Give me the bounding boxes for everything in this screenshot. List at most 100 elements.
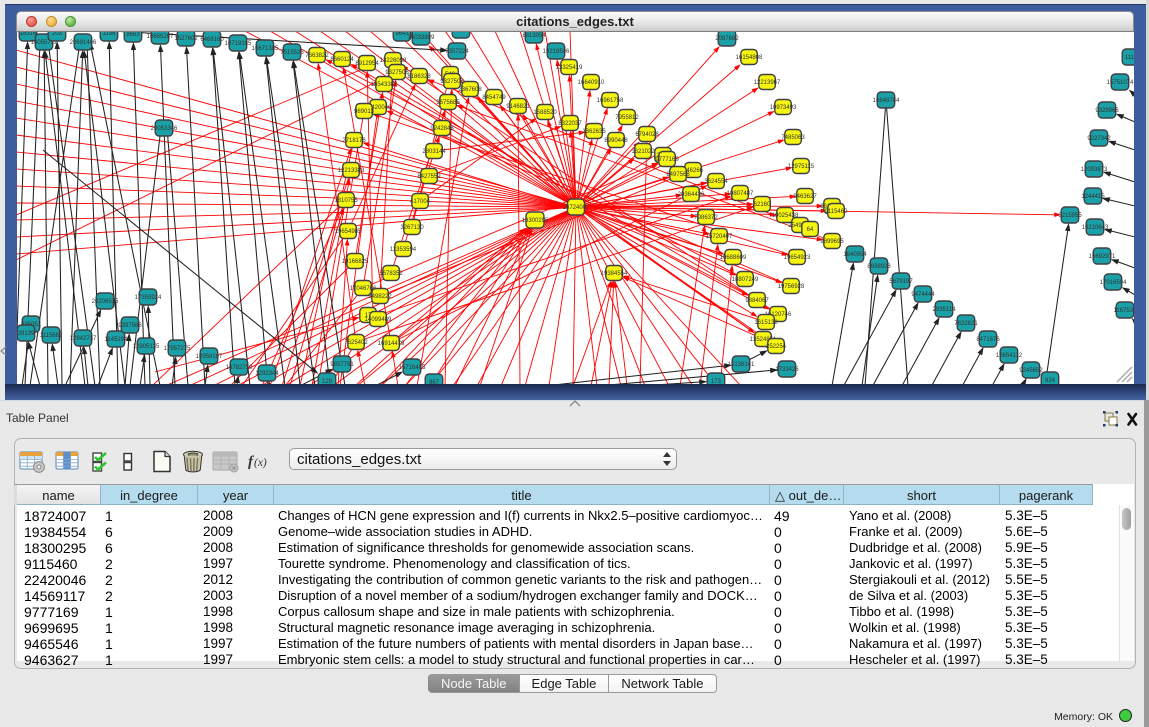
svg-text:12213967: 12213967 [754,80,781,86]
svg-text:1167533: 1167533 [1114,308,1134,314]
svg-text:19654985: 19654985 [335,229,362,235]
svg-text:2935114: 2935114 [933,307,957,313]
svg-text:1621022: 1621022 [631,149,655,155]
svg-text:86: 86 [458,32,465,34]
svg-text:13226058: 13226058 [380,58,407,64]
svg-text:203: 203 [52,32,63,37]
svg-text:16961758: 16961758 [597,98,624,104]
svg-text:2803144: 2803144 [422,149,446,155]
svg-text:15136141: 15136141 [728,362,755,368]
svg-text:8186328: 8186328 [407,74,431,80]
svg-text:18300295: 18300295 [522,218,549,224]
svg-text:1115682: 1115682 [40,333,63,339]
svg-text:9146821: 9146821 [506,104,530,110]
svg-text:8938928: 8938928 [867,264,891,270]
svg-text:7663822: 7663822 [305,53,329,59]
svg-text:12975115: 12975115 [788,164,815,170]
svg-text:17359924: 17359924 [135,295,162,301]
svg-text:16154808: 16154808 [736,55,763,61]
svg-text:20206535: 20206535 [92,299,119,305]
svg-text:10688609: 10688609 [720,255,747,261]
svg-text:252254: 252254 [766,344,787,350]
svg-text:12213383: 12213383 [338,168,365,174]
svg-text:7632621: 7632621 [954,321,978,327]
svg-text:8990448: 8990448 [604,138,628,144]
svg-text:8454749: 8454749 [482,95,506,101]
svg-text:20053346: 20053346 [151,126,178,132]
svg-text:1292344: 1292344 [255,371,279,377]
svg-text:9245652: 9245652 [1019,368,1043,374]
svg-text:6794028: 6794028 [635,132,659,138]
svg-text:8912954: 8912954 [355,61,379,67]
svg-text:1588520: 1588520 [533,110,557,116]
svg-text:62160: 62160 [754,202,771,208]
svg-text:15751074: 15751074 [1107,80,1134,86]
svg-text:2367608: 2367608 [458,87,482,93]
svg-text:1527602: 1527602 [174,36,198,42]
svg-text:8427552: 8427552 [417,174,441,180]
svg-text:5679197: 5679197 [889,279,913,285]
svg-text:989013: 989013 [354,109,375,115]
svg-text:129: 129 [322,379,333,384]
svg-text:19218506: 19218506 [543,49,570,55]
svg-text:5498222: 5498222 [368,294,392,300]
svg-text:967: 967 [429,380,440,384]
svg-text:8471676: 8471676 [976,337,1000,343]
svg-text:18807249: 18807249 [732,277,759,283]
svg-text:2087682: 2087682 [715,36,739,42]
svg-text:6466160: 6466160 [200,37,224,43]
svg-text:20691406: 20691406 [70,40,97,46]
svg-text:9242848: 9242848 [430,126,454,132]
svg-text:39139: 39139 [18,331,35,337]
svg-text:16648784: 16648784 [873,98,900,104]
svg-text:8663: 8663 [126,32,140,38]
svg-text:1733426: 1733426 [775,367,799,373]
svg-text:1362635: 1362635 [582,129,606,135]
svg-text:19756928: 19756928 [778,284,805,290]
svg-text:924: 924 [1045,378,1056,384]
svg-text:7986372: 7986372 [694,215,718,221]
svg-text:14099489: 14099489 [365,317,392,323]
svg-text:11353594: 11353594 [390,247,417,253]
svg-text:9857791: 9857791 [330,362,354,368]
svg-text:3267130: 3267130 [400,225,424,231]
svg-text:8322037: 8322037 [558,121,582,127]
svg-text:9777169: 9777169 [655,157,679,163]
svg-text:16640910: 16640910 [578,80,605,86]
svg-text:1615132: 1615132 [754,320,778,326]
svg-text:5678352: 5678352 [379,271,403,277]
svg-text:9397586: 9397586 [118,323,142,329]
svg-text:9329966: 9329966 [1095,108,1119,114]
svg-text:19654923: 19654923 [784,255,811,261]
svg-text:17957275: 17957275 [164,346,191,352]
svg-text:417004: 417004 [410,199,431,205]
svg-text:10958107: 10958107 [196,354,223,360]
svg-text:16914479: 16914479 [378,341,405,347]
svg-text:8215955: 8215955 [1058,213,1082,219]
svg-text:17016504: 17016504 [1100,280,1127,286]
svg-text:16210643: 16210643 [1082,225,1109,231]
svg-text:1112: 1112 [1125,55,1134,61]
svg-text:9474444: 9474444 [911,292,935,298]
svg-text:1145194: 1145194 [105,337,129,343]
svg-text:9327506: 9327506 [385,70,409,76]
svg-text:16671385: 16671385 [252,46,279,52]
svg-text:1810755: 1810755 [334,198,358,204]
svg-text:16543382: 16543382 [371,82,398,88]
svg-text:19384554: 19384554 [601,271,628,277]
svg-text:10973493: 10973493 [770,105,797,111]
svg-text:16033809: 16033809 [408,35,435,41]
svg-text:1196: 1196 [103,32,117,37]
svg-text:10719185: 10719185 [225,41,252,47]
svg-text:12093873: 12093873 [1081,167,1108,173]
svg-text:7625402: 7625402 [344,340,368,346]
svg-text:13325419: 13325419 [556,65,583,71]
svg-text:(x): (x) [254,457,267,469]
svg-text:1640954: 1640954 [843,252,867,258]
svg-text:18316: 18316 [20,32,37,37]
svg-text:15692971: 15692971 [1089,254,1116,260]
svg-text:7515526: 7515526 [280,50,304,56]
svg-text:10654112: 10654112 [996,353,1023,359]
svg-text:1244415: 1244415 [1081,194,1105,200]
svg-text:9899695: 9899695 [820,239,844,245]
